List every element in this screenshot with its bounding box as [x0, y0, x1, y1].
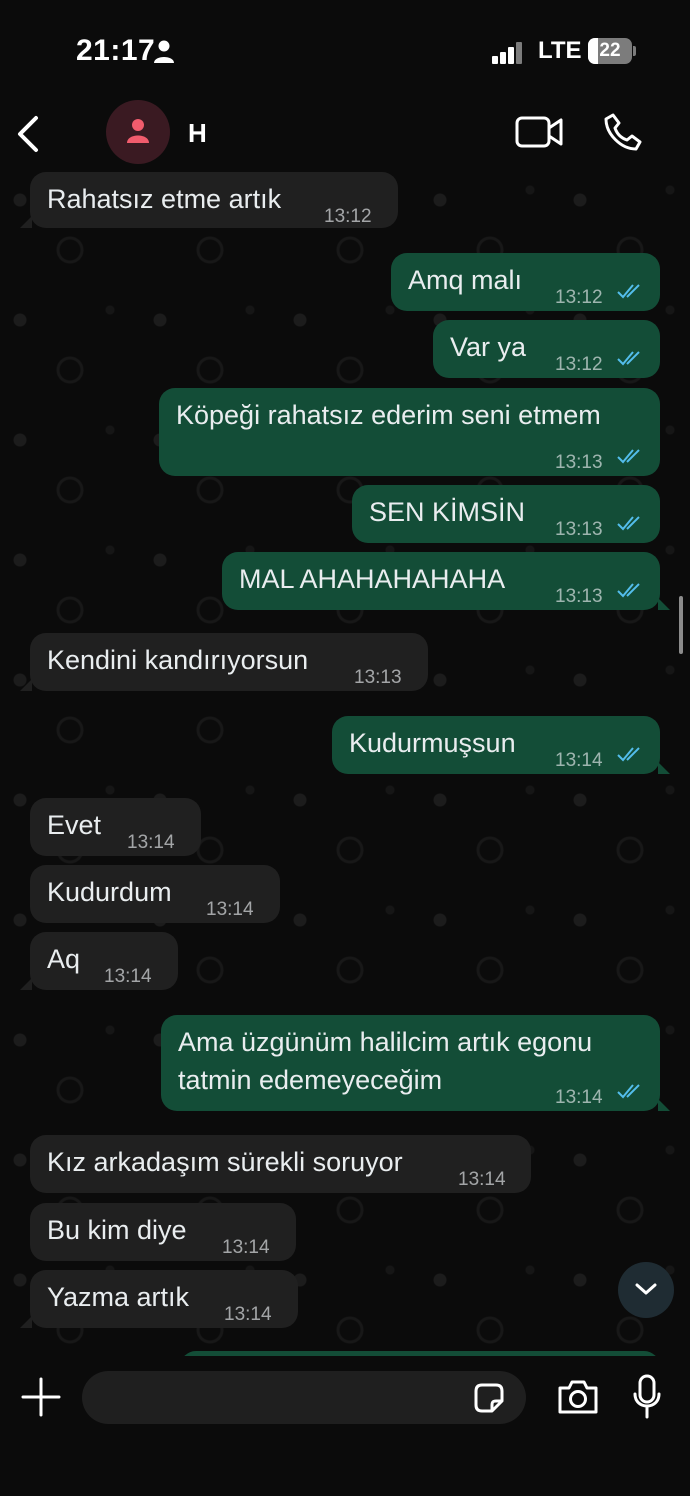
chevron-down-icon — [635, 1283, 657, 1295]
message-text: MAL AHAHAHAHAHA — [239, 564, 506, 594]
message-time: 13:12 — [555, 287, 603, 308]
message-input-box[interactable] — [82, 1371, 526, 1424]
read-ticks-icon — [617, 284, 640, 299]
message-input[interactable] — [100, 1379, 460, 1415]
message-incoming[interactable]: Yazma artık 13:14 — [30, 1270, 298, 1328]
message-time: 13:14 — [127, 832, 175, 853]
message-list[interactable]: Rahatsız etme artık 13:12 Amq malı 13:12… — [0, 170, 690, 1356]
message-text: Bu kim diye — [47, 1215, 187, 1245]
message-outgoing[interactable]: Var ya 13:12 — [433, 320, 660, 378]
message-incoming[interactable]: Bu kim diye 13:14 — [30, 1203, 296, 1261]
message-outgoing[interactable]: Ama üzgünüm halilcim artık egonu tatmin … — [161, 1015, 660, 1111]
message-time: 13:14 — [104, 966, 152, 987]
scroll-to-bottom-button[interactable] — [618, 1262, 674, 1318]
message-composer — [0, 1356, 690, 1496]
message-time: 13:13 — [555, 519, 603, 540]
message-outgoing[interactable]: Köpeği rahatsız ederim seni etmem 13:13 — [159, 388, 660, 476]
read-ticks-icon — [617, 449, 640, 464]
message-text: Kendini kandırıyorsun — [47, 645, 309, 675]
message-time: 13:12 — [555, 354, 603, 375]
signal-icon — [492, 40, 524, 64]
message-outgoing[interactable]: SEN KİMSİN 13:13 — [352, 485, 660, 543]
message-incoming[interactable]: Aq 13:14 — [30, 932, 178, 990]
message-time: 13:13 — [354, 667, 402, 688]
read-ticks-icon — [617, 516, 640, 531]
read-ticks-icon — [617, 747, 640, 762]
message-incoming[interactable]: Kudurdum 13:14 — [30, 865, 280, 923]
contact-name[interactable]: H — [188, 118, 207, 149]
avatar[interactable] — [106, 100, 170, 164]
message-text: Ama üzgünüm halilcim artık egonu — [178, 1027, 593, 1057]
battery-level: 22 — [599, 40, 621, 61]
message-incoming[interactable]: Evet 13:14 — [30, 798, 201, 856]
message-time: 13:14 — [555, 1087, 603, 1108]
message-incoming[interactable]: Kendini kandırıyorsun 13:13 — [30, 633, 428, 691]
message-outgoing[interactable]: MAL AHAHAHAHAHA 13:13 — [222, 552, 660, 610]
message-time: 13:14 — [555, 750, 603, 771]
message-incoming[interactable]: Rahatsız etme artık 13:12 — [30, 172, 398, 228]
back-icon[interactable] — [12, 112, 48, 156]
network-type: LTE — [538, 37, 582, 64]
sticker-icon[interactable] — [472, 1381, 506, 1415]
message-incoming[interactable]: Kız arkadaşım sürekli soruyor 13:14 — [30, 1135, 531, 1193]
message-text: Var ya — [450, 332, 527, 362]
message-text: Evet — [47, 810, 102, 840]
person-icon — [154, 40, 174, 63]
message-outgoing[interactable]: Amq malı 13:12 — [391, 253, 660, 311]
message-time: 13:12 — [324, 206, 372, 227]
message-time: 13:14 — [222, 1237, 270, 1258]
message-text: Aq — [47, 944, 81, 974]
read-ticks-icon — [617, 351, 640, 366]
message-text-line2: tatmin edemeyeceğim — [178, 1065, 443, 1095]
message-text: Köpeği rahatsız ederim seni etmem — [176, 400, 601, 430]
plus-icon[interactable] — [20, 1376, 62, 1418]
message-text: Kudurmuşsun — [349, 728, 516, 758]
status-bar: 21:17 LTE 22 — [0, 0, 690, 100]
message-text: SEN KİMSİN — [369, 497, 526, 527]
message-time: 13:13 — [555, 586, 603, 607]
message-time: 13:13 — [555, 452, 603, 473]
person-icon — [127, 119, 149, 143]
message-text: Kız arkadaşım sürekli soruyor — [47, 1147, 403, 1177]
message-text: Amq malı — [408, 265, 523, 295]
phone-icon[interactable] — [603, 112, 643, 152]
message-time: 13:14 — [206, 899, 254, 920]
message-text: Yazma artık — [47, 1282, 190, 1312]
message-time: 13:14 — [458, 1169, 506, 1190]
battery-icon: 22 — [588, 38, 632, 64]
microphone-icon[interactable] — [632, 1374, 662, 1420]
clock: 21:17 — [76, 34, 156, 67]
message-text: Rahatsız etme artık — [47, 184, 282, 214]
message-outgoing[interactable]: Kudurmuşsun 13:14 — [332, 716, 660, 774]
chat-header: H — [0, 100, 690, 170]
message-text: Kudurdum — [47, 877, 172, 907]
message-time: 13:14 — [224, 1304, 272, 1325]
camera-icon[interactable] — [556, 1378, 600, 1416]
scroll-indicator[interactable] — [679, 596, 683, 654]
video-call-icon[interactable] — [515, 114, 565, 150]
read-ticks-icon — [617, 1084, 640, 1099]
read-ticks-icon — [617, 583, 640, 598]
